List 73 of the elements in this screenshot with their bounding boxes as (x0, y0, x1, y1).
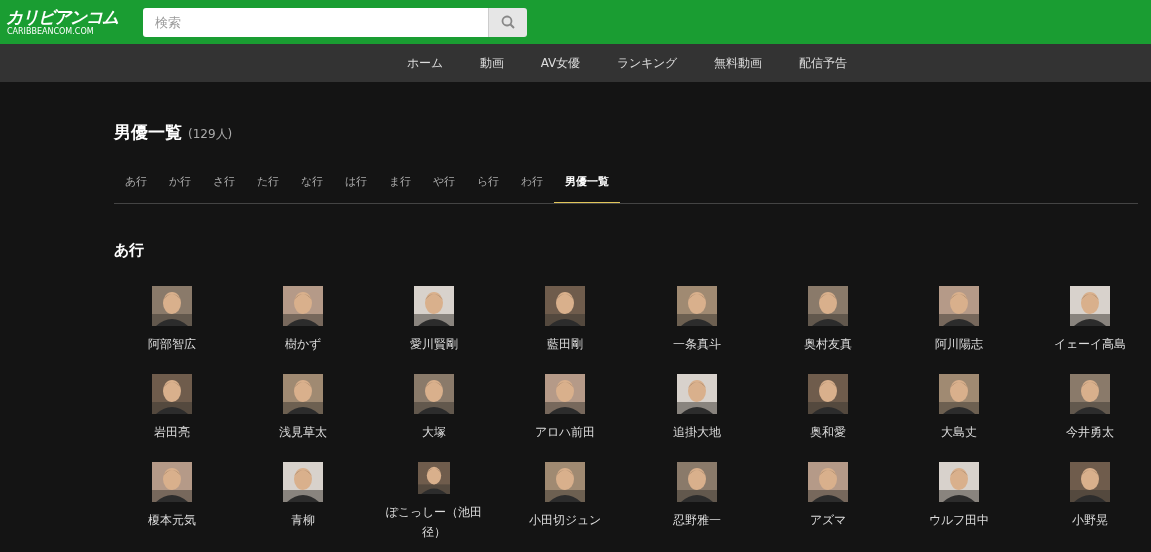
tab[interactable]: な行 (290, 171, 334, 203)
actor-card[interactable]: 大塚 (368, 373, 500, 454)
tab[interactable]: 男優一覧 (554, 171, 620, 203)
page-title: 男優一覧 (114, 121, 182, 144)
nav-link[interactable]: 無料動画 (714, 54, 763, 72)
nav-link[interactable]: ホーム (406, 54, 443, 72)
actor-name: 大島丈 (941, 423, 978, 441)
actor-name: イェーイ高島 (1054, 335, 1127, 353)
actor-name: 浅見草太 (278, 423, 327, 441)
actor-name: 一条真斗 (672, 335, 721, 353)
actor-card[interactable]: 小野晃 (1024, 461, 1151, 542)
actor-card[interactable]: 今井勇太 (1024, 373, 1151, 454)
tab[interactable]: さ行 (202, 171, 246, 203)
actor-name: 阿川陽志 (935, 335, 984, 353)
actor-name: 大塚 (422, 423, 447, 441)
tab[interactable]: あ行 (114, 171, 158, 203)
actor-card[interactable]: ぽこっしー（池田径） (368, 461, 500, 542)
actor-card[interactable]: アズマ (762, 461, 894, 542)
actor-card[interactable]: イェーイ高島 (1024, 285, 1151, 366)
actor-card[interactable]: 奥和愛 (762, 373, 894, 454)
actor-card[interactable]: 小田切ジュン (499, 461, 631, 542)
actor-card[interactable]: 樹かず (237, 285, 369, 366)
actor-card[interactable]: 浅見草太 (237, 373, 369, 454)
actor-name: 小野晃 (1072, 511, 1109, 529)
actor-card[interactable]: 岩田亮 (106, 373, 238, 454)
actor-name: 榎本元気 (147, 511, 196, 529)
actor-card[interactable]: 阿川陽志 (893, 285, 1025, 366)
actor-card[interactable]: アロハ前田 (499, 373, 631, 454)
actor-name: 忍野雅一 (672, 511, 721, 529)
actor-name: アズマ (809, 511, 846, 529)
tab[interactable]: か行 (158, 171, 202, 203)
tab[interactable]: わ行 (510, 171, 554, 203)
actor-name: アロハ前田 (535, 423, 596, 441)
actor-card[interactable]: 大島丈 (893, 373, 1025, 454)
actor-card[interactable]: 阿部智広 (106, 285, 238, 366)
actor-name: ウルフ田中 (929, 511, 990, 529)
actor-name: 藍田剛 (547, 335, 584, 353)
actor-card[interactable]: 奥村友真 (762, 285, 894, 366)
nav-link[interactable]: AV女優 (540, 54, 581, 72)
actor-card[interactable]: 青柳 (237, 461, 369, 542)
search-button[interactable] (488, 7, 527, 37)
actor-name: 小田切ジュン (529, 511, 602, 529)
nav-link[interactable]: 配信予告 (799, 54, 848, 72)
section-heading: あ行 (114, 240, 145, 261)
actor-count: (129人) (188, 126, 233, 143)
tab[interactable]: た行 (246, 171, 290, 203)
logo-title: カリビアンコム (6, 8, 119, 26)
actor-name: 阿部智広 (147, 335, 196, 353)
actor-name: 愛川賢剛 (410, 335, 459, 353)
actor-name: 今井勇太 (1066, 423, 1115, 441)
actor-name: 追掛大地 (672, 423, 721, 441)
actor-name: 青柳 (290, 511, 315, 529)
actor-name: ぽこっしー（池田径） (385, 503, 484, 541)
actor-card[interactable]: 愛川賢剛 (368, 285, 500, 366)
tab[interactable]: は行 (334, 171, 378, 203)
actor-name: 樹かず (284, 335, 321, 353)
actor-card[interactable]: 忍野雅一 (631, 461, 763, 542)
search-field[interactable]: 検索 (143, 7, 488, 37)
tab[interactable]: や行 (422, 171, 466, 203)
tab[interactable]: ら行 (466, 171, 510, 203)
actor-name: 岩田亮 (153, 423, 190, 441)
actor-name: 奥和愛 (809, 423, 846, 441)
actor-card[interactable]: 榎本元気 (106, 461, 238, 542)
actor-card[interactable]: ウルフ田中 (893, 461, 1025, 542)
nav-link[interactable]: 動画 (479, 54, 504, 72)
actor-card[interactable]: 一条真斗 (631, 285, 763, 366)
logo-subtitle: CARIBBEANCOM.COM (7, 27, 95, 36)
search-icon (501, 15, 515, 29)
nav-link[interactable]: ランキング (617, 54, 678, 72)
actor-card[interactable]: 追掛大地 (631, 373, 763, 454)
actor-card[interactable]: 藍田剛 (499, 285, 631, 366)
actor-name: 奥村友真 (803, 335, 852, 353)
tab[interactable]: ま行 (378, 171, 422, 203)
